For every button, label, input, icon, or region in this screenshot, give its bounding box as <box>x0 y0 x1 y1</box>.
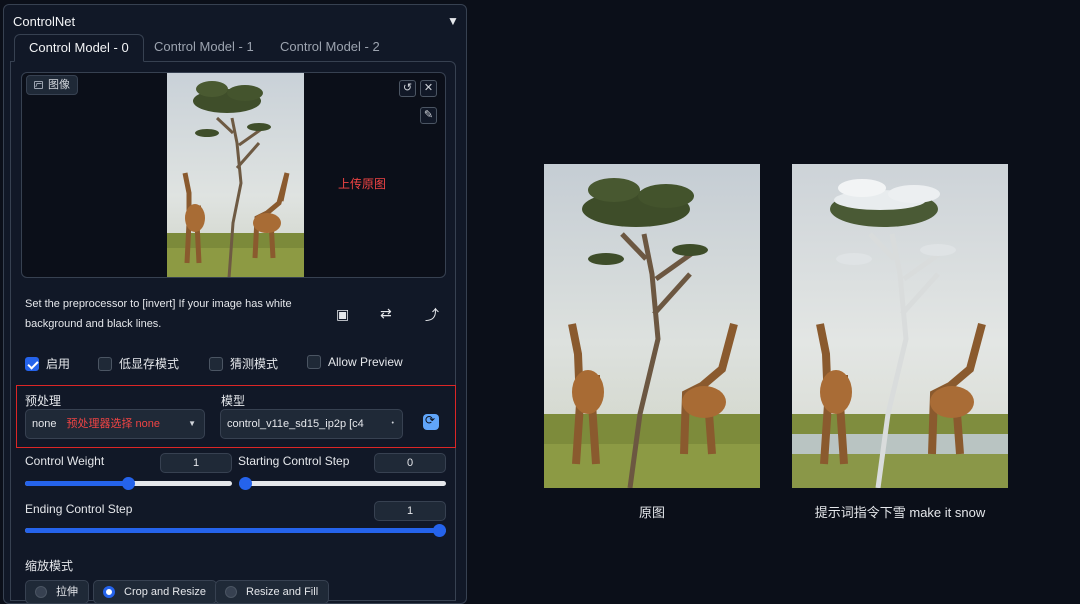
upload-arrow-icon[interactable]: ⤴ <box>425 305 439 325</box>
preprocessor-value: none <box>32 418 57 430</box>
radio-crop-and-resize-label: Crop and Resize <box>124 586 206 598</box>
checkbox-enable[interactable]: 启用 <box>25 355 70 372</box>
checkbox-guess-mode[interactable]: 猜测模式 <box>209 355 278 372</box>
starting-step-slider[interactable] <box>239 477 446 490</box>
starting-step-label: Starting Control Step <box>238 454 350 468</box>
control-weight-fill <box>25 481 129 486</box>
radio-crop-and-resize[interactable]: Crop and Resize <box>93 580 217 604</box>
control-weight-input[interactable]: 1 <box>160 453 232 473</box>
ending-step-fill <box>25 528 446 533</box>
resize-mode-label: 缩放模式 <box>25 559 74 573</box>
ending-step-slider[interactable] <box>25 524 446 537</box>
swap-icon[interactable]: ⇄ <box>380 305 392 322</box>
radio-crop-and-resize-dot[interactable] <box>103 586 115 598</box>
radio-resize-and-fill-label: Resize and Fill <box>246 586 319 598</box>
preprocessor-note: 预处理器选择 none <box>66 418 161 430</box>
starting-step-thumb[interactable] <box>239 477 252 490</box>
preprocessor-select[interactable]: none 预处理器选择 none ▼ <box>25 409 205 439</box>
checkbox-low-vram-box[interactable] <box>98 356 112 371</box>
close-icon[interactable]: ✕ <box>420 80 437 97</box>
result-caption: 提示词指令下雪 make it snow <box>814 505 986 520</box>
refresh-models-button[interactable] <box>423 413 439 430</box>
radio-resize-and-fill[interactable]: Resize and Fill <box>215 580 330 604</box>
checkbox-allow-preview-box[interactable] <box>307 355 321 369</box>
control-weight-thumb[interactable] <box>122 477 135 490</box>
dropdown-dot-icon: • <box>391 420 394 427</box>
original-giraffe-image <box>544 164 760 488</box>
checkbox-enable-label: 启用 <box>46 357 71 371</box>
panel-title: ControlNet <box>13 14 76 29</box>
checkbox-guess-mode-label: 猜测模式 <box>230 357 279 371</box>
camera-icon[interactable]: ▣ <box>336 306 349 323</box>
preprocessor-label: 预处理 <box>25 394 62 408</box>
checkbox-allow-preview-label: Allow Preview <box>328 355 403 369</box>
tab-control-model-1[interactable]: Control Model - 1 <box>140 34 268 62</box>
image-label-badge: 图像 <box>26 75 78 95</box>
ending-step-input[interactable]: 1 <box>374 501 446 521</box>
control-weight-slider[interactable] <box>25 477 232 490</box>
checkbox-allow-preview[interactable]: Allow Preview <box>307 355 403 369</box>
tab-control-model-0[interactable]: Control Model - 0 <box>14 34 144 62</box>
image-icon <box>34 81 43 89</box>
dropdown-arrow-icon: ▼ <box>188 419 196 428</box>
model-value: control_v11e_sd15_ip2p [c4 <box>227 418 364 430</box>
invert-hint-text: Set the preprocessor to [invert] If your… <box>25 298 292 330</box>
image-upload-area[interactable]: 图像 ↺ ✕ ✎ 上传原图 <box>21 72 446 278</box>
starting-step-input[interactable]: 0 <box>374 453 446 473</box>
model-select[interactable]: control_v11e_sd15_ip2p [c4 • <box>220 409 403 439</box>
ending-step-thumb[interactable] <box>433 524 446 537</box>
radio-stretch-dot[interactable] <box>35 586 47 598</box>
checkbox-low-vram[interactable]: 低显存模式 <box>98 355 179 372</box>
radio-stretch[interactable]: 拉伸 <box>25 580 89 604</box>
radio-stretch-label: 拉伸 <box>56 586 78 598</box>
tab-control-model-2[interactable]: Control Model - 2 <box>266 34 394 62</box>
checkbox-enable-box[interactable] <box>25 356 39 371</box>
collapse-triangle-icon[interactable]: ▼ <box>447 14 1070 28</box>
radio-resize-and-fill-dot[interactable] <box>225 586 237 598</box>
checkbox-low-vram-label: 低显存模式 <box>119 357 180 371</box>
brush-icon[interactable]: ✎ <box>420 107 437 124</box>
original-caption: 原图 <box>638 505 665 520</box>
image-label-text: 图像 <box>48 79 70 91</box>
uploaded-giraffe-photo <box>167 73 304 277</box>
model-label: 模型 <box>221 394 246 408</box>
ending-step-label: Ending Control Step <box>25 502 133 516</box>
reset-icon[interactable]: ↺ <box>399 80 416 97</box>
upload-note: 上传原图 <box>338 177 387 191</box>
tab-bar: Control Model - 0 Control Model - 1 Cont… <box>10 34 456 62</box>
snow-result-image <box>792 164 1008 488</box>
control-weight-label: Control Weight <box>25 454 105 468</box>
checkbox-guess-mode-box[interactable] <box>209 356 223 371</box>
